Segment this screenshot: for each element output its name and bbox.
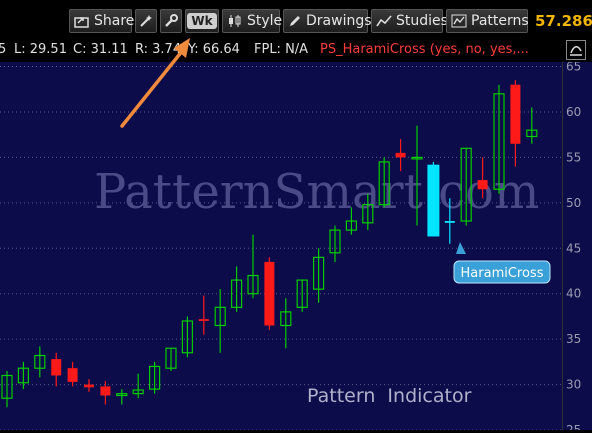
info-y: Y: 66.64 (188, 42, 240, 57)
candle (149, 361, 161, 394)
studies-button[interactable]: Studies (371, 9, 448, 33)
candle (132, 373, 144, 399)
candle (84, 379, 94, 392)
drawing-tools-button[interactable] (135, 9, 157, 33)
share-label: Share (94, 13, 135, 29)
chart-area[interactable]: PatternSmart.com HaramiCross Pattern Indic… (0, 62, 562, 430)
patterns-icon (451, 14, 467, 28)
patterns-button[interactable]: Patterns (446, 9, 529, 33)
candle (264, 257, 275, 331)
y-tick-label: 30 (566, 378, 581, 392)
candle (247, 234, 259, 299)
info-left-fragment: 5 (0, 38, 6, 62)
fit-icon (570, 46, 582, 56)
y-tick-label: 65 (566, 62, 581, 74)
candle (181, 316, 193, 358)
timeframe-label: Wk (187, 13, 217, 29)
info-low: L: 29.51 (14, 42, 67, 57)
style-button[interactable]: Style (222, 9, 283, 33)
candle (1, 370, 13, 408)
candle (296, 279, 308, 312)
candle (198, 295, 209, 335)
y-tick-label: 55 (566, 150, 581, 164)
fit-study-button[interactable] (566, 40, 586, 60)
pencil-icon (290, 16, 300, 26)
candle (51, 352, 62, 387)
settings-button[interactable] (160, 9, 182, 33)
candle (280, 298, 292, 349)
info-fpl: FPL: N/A (254, 42, 309, 57)
candle (17, 361, 29, 390)
price-axis[interactable]: 25 30 35 40 45 50 55 60 65 (562, 60, 592, 433)
candle (427, 161, 440, 237)
patterns-label: Patterns (471, 13, 529, 29)
watermark-text: PatternSmart.com (94, 164, 539, 220)
share-button[interactable]: Share (69, 9, 135, 33)
y-tick-label: 50 (566, 196, 581, 210)
drawings-label: Drawings (306, 13, 372, 29)
candle (116, 389, 128, 405)
candle (231, 266, 243, 312)
y-tick-label: 45 (566, 241, 581, 255)
annotation-label: HaramiCross (461, 266, 544, 281)
candle (67, 361, 78, 387)
y-tick-label: 40 (566, 287, 581, 301)
y-tick-label: 35 (566, 332, 581, 346)
magic-wand-icon (140, 15, 152, 27)
candle (165, 347, 177, 371)
candle (526, 107, 538, 144)
info-range: R: 3.74 (135, 42, 182, 57)
candle (329, 225, 341, 262)
candle (34, 346, 46, 378)
price-axis-ticks: 25 30 35 40 45 50 55 60 65 (566, 60, 581, 433)
y-tick-label: 25 (566, 423, 581, 430)
timeframe-button[interactable]: Wk (185, 9, 219, 33)
candle (214, 289, 226, 353)
candle (510, 80, 521, 167)
studies-icon (376, 15, 392, 27)
info-study: PS_HaramiCross (yes, no, yes,... (320, 42, 529, 57)
candle (313, 248, 325, 303)
studies-label: Studies (396, 13, 448, 29)
footer-label: Pattern Indicator (307, 385, 472, 407)
info-close: C: 31.11 (73, 42, 128, 57)
wrench-icon (165, 14, 178, 27)
share-icon (74, 17, 89, 28)
drawings-button[interactable]: Drawings (283, 9, 372, 33)
toolbar: Share Wk Style Drawings Studies Patterns… (0, 0, 592, 38)
last-price: 57.2863 (535, 12, 592, 30)
price-chart: PatternSmart.com HaramiCross Pattern Indic… (0, 66, 562, 430)
candle-style-icon (229, 15, 241, 27)
info-bar: 5 L: 29.51 C: 31.11 R: 3.74 Y: 66.64 FPL… (0, 38, 592, 63)
y-tick-label: 60 (566, 105, 581, 119)
style-label: Style (247, 13, 283, 29)
